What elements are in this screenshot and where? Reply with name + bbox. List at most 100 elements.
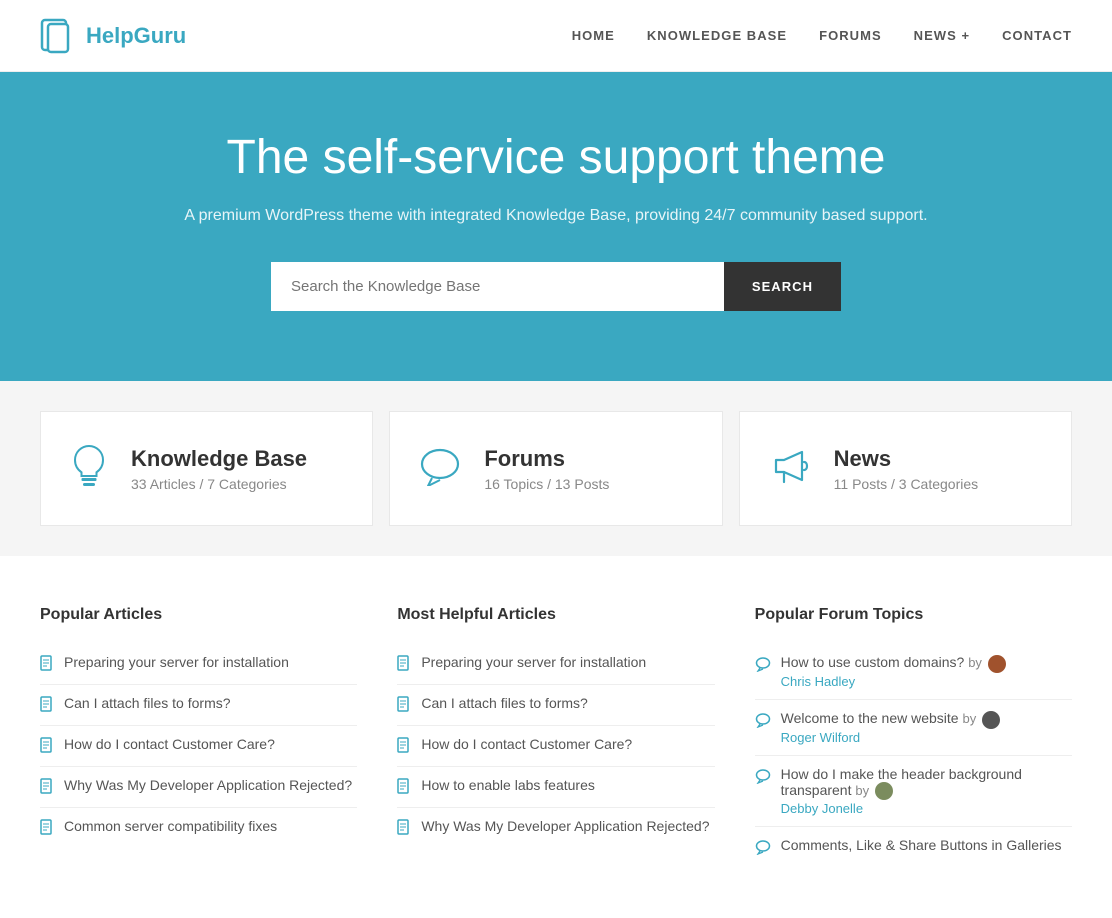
list-item[interactable]: How do I make the header background tran… xyxy=(755,756,1072,828)
stat-card-news[interactable]: News 11 Posts / 3 Categories xyxy=(739,411,1072,526)
forum-topic-title: Welcome to the new website xyxy=(781,710,959,726)
list-item[interactable]: How do I contact Customer Care? xyxy=(397,726,714,767)
list-item[interactable]: Why Was My Developer Application Rejecte… xyxy=(397,808,714,848)
logo[interactable]: HelpGuru xyxy=(40,18,186,54)
popular-articles-heading: Popular Articles xyxy=(40,606,357,624)
stat-name-kb: Knowledge Base xyxy=(131,446,307,472)
helpful-articles-col: Most Helpful Articles Preparing your ser… xyxy=(397,606,714,868)
list-item[interactable]: Comments, Like & Share Buttons in Galler… xyxy=(755,827,1072,868)
hero-section: The self-service support theme A premium… xyxy=(0,72,1112,381)
forum-author-link[interactable]: Debby Jonelle xyxy=(781,801,863,816)
doc-icon xyxy=(397,819,411,838)
list-item[interactable]: How to use custom domains? by Chris Hadl… xyxy=(755,644,1072,700)
stat-detail-kb: 33 Articles / 7 Categories xyxy=(131,476,307,492)
search-input[interactable] xyxy=(271,262,724,311)
helpful-articles-heading: Most Helpful Articles xyxy=(397,606,714,624)
article-title: How to enable labs features xyxy=(421,777,595,793)
stat-name-news: News xyxy=(834,446,978,472)
article-title: Preparing your server for installation xyxy=(64,654,289,670)
stats-section: Knowledge Base 33 Articles / 7 Categorie… xyxy=(0,381,1112,556)
helpful-articles-list: Preparing your server for installation C… xyxy=(397,644,714,848)
bottom-section: Popular Articles Preparing your server f… xyxy=(0,556,1112,918)
article-title: Common server compatibility fixes xyxy=(64,818,277,834)
nav-link-news[interactable]: NEWS + xyxy=(914,28,970,43)
forum-author-link[interactable]: Chris Hadley xyxy=(781,674,855,689)
chat-bubble-icon xyxy=(755,712,771,731)
forum-topic-content: How to use custom domains? by Chris Hadl… xyxy=(781,654,1006,689)
nav-item-kb[interactable]: KNOWLEDGE BASE xyxy=(647,27,787,45)
list-item[interactable]: How do I contact Customer Care? xyxy=(40,726,357,767)
stat-info-kb: Knowledge Base 33 Articles / 7 Categorie… xyxy=(131,446,307,492)
forum-topic-title: How to use custom domains? xyxy=(781,654,965,670)
list-item[interactable]: Why Was My Developer Application Rejecte… xyxy=(40,767,357,808)
list-item[interactable]: How to enable labs features xyxy=(397,767,714,808)
article-title: Why Was My Developer Application Rejecte… xyxy=(64,777,352,793)
doc-icon xyxy=(40,696,54,715)
chat-icon xyxy=(418,446,462,491)
stat-card-kb[interactable]: Knowledge Base 33 Articles / 7 Categorie… xyxy=(40,411,373,526)
lightbulb-icon xyxy=(69,442,109,495)
stat-detail-news: 11 Posts / 3 Categories xyxy=(834,476,978,492)
avatar xyxy=(875,782,893,800)
doc-icon xyxy=(40,778,54,797)
stat-detail-forums: 16 Topics / 13 Posts xyxy=(484,476,609,492)
list-item[interactable]: Preparing your server for installation xyxy=(397,644,714,685)
popular-articles-list: Preparing your server for installation C… xyxy=(40,644,357,848)
doc-icon xyxy=(397,737,411,756)
article-title: Preparing your server for installation xyxy=(421,654,646,670)
doc-icon xyxy=(397,655,411,674)
forum-topic-content: How do I make the header background tran… xyxy=(781,766,1072,817)
list-item[interactable]: Preparing your server for installation xyxy=(40,644,357,685)
stat-info-news: News 11 Posts / 3 Categories xyxy=(834,446,978,492)
doc-icon xyxy=(40,819,54,838)
forum-topic-by: by xyxy=(855,783,892,798)
nav-link-kb[interactable]: KNOWLEDGE BASE xyxy=(647,28,787,43)
list-item[interactable]: Welcome to the new website by Roger Wilf… xyxy=(755,700,1072,756)
doc-icon xyxy=(397,696,411,715)
stat-name-forums: Forums xyxy=(484,446,609,472)
chat-bubble-icon xyxy=(755,656,771,675)
forum-topic-title: How do I make the header background tran… xyxy=(781,766,1022,798)
nav-item-contact[interactable]: CONTACT xyxy=(1002,27,1072,45)
chat-bubble-icon xyxy=(755,839,771,858)
nav-link-forums[interactable]: FORUMS xyxy=(819,28,882,43)
doc-icon xyxy=(40,737,54,756)
forum-topic-by: by xyxy=(968,655,1005,670)
forum-topics-heading: Popular Forum Topics xyxy=(755,606,1072,624)
article-title: Can I attach files to forms? xyxy=(64,695,231,711)
hero-heading: The self-service support theme xyxy=(40,132,1072,185)
forum-topics-list: How to use custom domains? by Chris Hadl… xyxy=(755,644,1072,868)
forum-topic-content: Comments, Like & Share Buttons in Galler… xyxy=(781,837,1062,853)
avatar xyxy=(988,655,1006,673)
list-item[interactable]: Can I attach files to forms? xyxy=(40,685,357,726)
list-item[interactable]: Can I attach files to forms? xyxy=(397,685,714,726)
logo-icon xyxy=(40,18,76,54)
stats-grid: Knowledge Base 33 Articles / 7 Categorie… xyxy=(40,411,1072,526)
nav-link-home[interactable]: HOME xyxy=(572,28,615,43)
main-nav: HOME KNOWLEDGE BASE FORUMS NEWS + CONTAC… xyxy=(572,27,1072,45)
popular-articles-col: Popular Articles Preparing your server f… xyxy=(40,606,357,868)
nav-item-forums[interactable]: FORUMS xyxy=(819,27,882,45)
article-title: Why Was My Developer Application Rejecte… xyxy=(421,818,709,834)
article-title: How do I contact Customer Care? xyxy=(64,736,275,752)
stat-card-forums[interactable]: Forums 16 Topics / 13 Posts xyxy=(389,411,722,526)
chat-bubble-icon xyxy=(755,768,771,787)
doc-icon xyxy=(397,778,411,797)
nav-item-home[interactable]: HOME xyxy=(572,27,615,45)
forum-author-link[interactable]: Roger Wilford xyxy=(781,730,860,745)
search-button[interactable]: SEARCH xyxy=(724,262,841,311)
article-title: Can I attach files to forms? xyxy=(421,695,588,711)
forum-topic-content: Welcome to the new website by Roger Wilf… xyxy=(781,710,1000,745)
avatar xyxy=(982,711,1000,729)
hero-subheading: A premium WordPress theme with integrate… xyxy=(40,203,1072,229)
logo-text: HelpGuru xyxy=(86,23,186,49)
forum-topics-col: Popular Forum Topics How to use custom d… xyxy=(755,606,1072,868)
nav-item-news[interactable]: NEWS + xyxy=(914,27,970,45)
nav-link-contact[interactable]: CONTACT xyxy=(1002,28,1072,43)
site-header: HelpGuru HOME KNOWLEDGE BASE FORUMS NEWS… xyxy=(0,0,1112,72)
list-item[interactable]: Common server compatibility fixes xyxy=(40,808,357,848)
article-title: How do I contact Customer Care? xyxy=(421,736,632,752)
megaphone-icon xyxy=(768,446,812,491)
forum-topic-by: by xyxy=(963,711,1000,726)
bottom-grid: Popular Articles Preparing your server f… xyxy=(40,606,1072,868)
